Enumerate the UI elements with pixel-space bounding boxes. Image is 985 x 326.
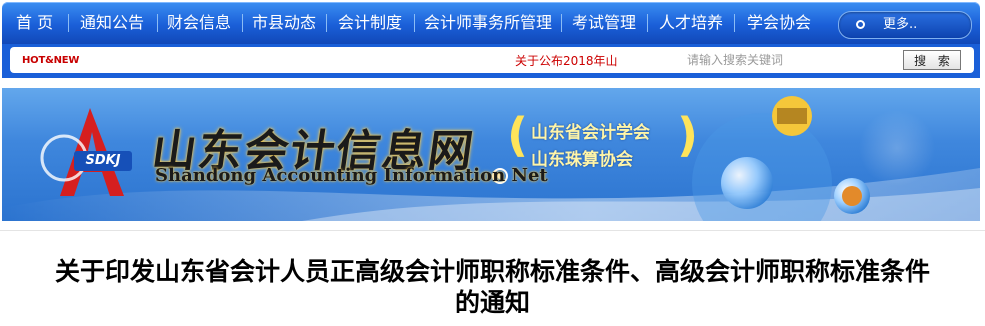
search-input[interactable]	[681, 51, 905, 69]
more-label: 更多..	[883, 17, 918, 32]
divider-line	[0, 230, 985, 231]
nav-divider	[242, 14, 243, 32]
association-names: 山东省会计学会 山东珠算协会	[531, 120, 650, 174]
article-title-line-1: 关于印发山东省会计人员正高级会计师职称标准条件、高级会计师职称标准条件	[54, 257, 930, 286]
main-nav-bar: 首 页 通知公告 财会信息 市县动态 会计制度 会计师事务所管理 考试管理 人才…	[2, 2, 980, 44]
logo-badge: SDKJ	[74, 151, 132, 171]
more-button[interactable]: 更多..	[838, 11, 972, 39]
nav-divider	[647, 14, 648, 32]
association-line-2: 山东珠算协会	[531, 150, 633, 170]
nav-item-societies[interactable]: 学会协会	[747, 2, 811, 44]
nav-item-cpa-firm-management[interactable]: 会计师事务所管理	[424, 2, 552, 44]
association-line-1: 山东省会计学会	[531, 123, 650, 143]
nav-divider	[157, 14, 158, 32]
nav-item-accounting-rules[interactable]: 会计制度	[338, 2, 402, 44]
nav-item-talent-training[interactable]: 人才培养	[659, 2, 723, 44]
article-title-line-2: 的通知	[454, 288, 530, 317]
nav-item-finance-info[interactable]: 财会信息	[167, 2, 231, 44]
search-button[interactable]: 搜 索	[903, 50, 961, 70]
nav-divider	[734, 14, 735, 32]
nav-item-city-news[interactable]: 市县动态	[252, 2, 316, 44]
bullet-icon	[856, 20, 865, 29]
nav-divider	[68, 14, 69, 32]
news-search-panel: HOT&NEW 关于公布2018年山 搜 索	[10, 47, 974, 73]
site-title-en: Shandong Accounting Information Net	[155, 165, 548, 186]
right-paren-decoration: )	[677, 108, 699, 162]
news-search-strip: HOT&NEW 关于公布2018年山 搜 索	[2, 44, 980, 78]
left-paren-decoration: (	[507, 108, 529, 162]
hot-new-badge: HOT&NEW	[22, 55, 80, 66]
news-ticker-link[interactable]: 关于公布2018年山	[515, 52, 625, 69]
nav-divider	[414, 14, 415, 32]
nav-divider	[561, 14, 562, 32]
nav-item-home[interactable]: 首 页	[16, 2, 53, 44]
banner-background-art	[2, 96, 980, 221]
article-title: 关于印发山东省会计人员正高级会计师职称标准条件、高级会计师职称标准条件 的通知	[0, 256, 985, 318]
nav-item-notices[interactable]: 通知公告	[80, 2, 144, 44]
nav-divider	[326, 14, 327, 32]
site-banner: SDKJ 山东会计信息网 Shandong Accounting Informa…	[2, 88, 980, 221]
nav-item-exam-management[interactable]: 考试管理	[572, 2, 636, 44]
